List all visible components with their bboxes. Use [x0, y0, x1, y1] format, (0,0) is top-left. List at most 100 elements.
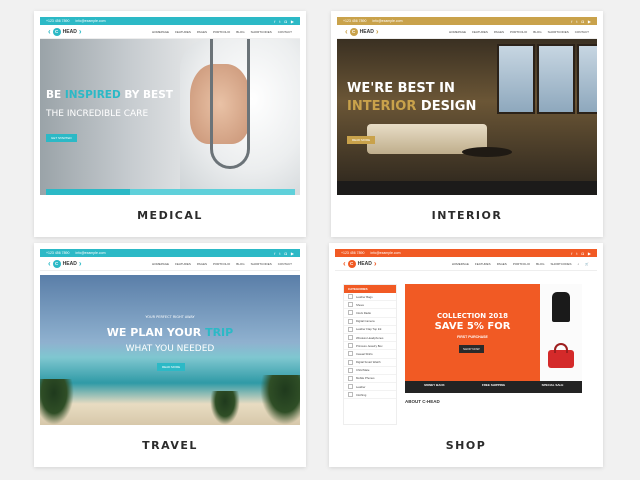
- feature-strip: MONEY BACK FREE SHIPPING SPECIAL SALE: [405, 381, 582, 393]
- main-menu: HOMEPAGE FEATURES PAGES PORTFOLIO BLOG S…: [152, 262, 292, 266]
- palm-tree-image: [210, 391, 240, 425]
- logo-text: HEAD: [62, 260, 77, 267]
- menu-item[interactable]: HOMEPAGE: [452, 262, 469, 266]
- card-caption: SHOP: [445, 439, 487, 452]
- interior-topbar: +123 456 7890 info@example.com f t ◘ ▶: [337, 17, 597, 25]
- category-item[interactable]: Clock Radio: [344, 309, 396, 318]
- twitter-icon[interactable]: t: [279, 251, 280, 256]
- menu-item[interactable]: BLOG: [536, 262, 544, 266]
- menu-item[interactable]: BLOG: [236, 30, 244, 34]
- category-item[interactable]: Clothing: [344, 391, 396, 400]
- get-started-button[interactable]: GET STARTED: [46, 134, 77, 142]
- category-item[interactable]: Shoes: [344, 301, 396, 310]
- menu-item[interactable]: BLOG: [533, 30, 541, 34]
- demo-card-shop[interactable]: +123 456 7890 info@example.com f t ◘ ▶ ‹ C H…: [329, 243, 603, 467]
- interior-preview[interactable]: +123 456 7890 info@example.com f t ◘ ▶ ‹ C H…: [337, 17, 597, 195]
- demo-card-travel[interactable]: +123 456 7890 info@example.com f t ◘ ▶ ‹ C H…: [34, 243, 306, 467]
- youtube-icon[interactable]: ▶: [588, 19, 591, 24]
- logo-text: HEAD: [62, 28, 77, 35]
- menu-item[interactable]: FEATURES: [175, 262, 191, 266]
- menu-item[interactable]: FEATURES: [175, 30, 191, 34]
- instagram-icon[interactable]: ◘: [285, 251, 287, 256]
- menu-item[interactable]: BLOG: [236, 262, 244, 266]
- logo[interactable]: ‹ C HEAD ›: [343, 259, 377, 268]
- facebook-icon[interactable]: f: [274, 19, 275, 24]
- shop-preview[interactable]: +123 456 7890 info@example.com f t ◘ ▶ ‹ C H…: [335, 249, 597, 425]
- category-item[interactable]: Casual Shirts: [344, 350, 396, 359]
- medical-hero: BE INSPIRED BY BEST THE INCREDIBLE CARE …: [40, 39, 300, 195]
- logo[interactable]: ‹ C HEAD ›: [345, 26, 379, 36]
- menu-item[interactable]: SHORTCODES: [550, 262, 571, 266]
- menu-item[interactable]: SHORTCODES: [548, 30, 569, 34]
- logo-text: HEAD: [357, 260, 372, 267]
- menu-item[interactable]: FEATURES: [472, 30, 488, 34]
- facebook-icon[interactable]: f: [571, 19, 572, 24]
- category-item[interactable]: Leather Flap Top Ink: [344, 326, 396, 334]
- instagram-icon[interactable]: ◘: [582, 19, 584, 24]
- product-shirt-image[interactable]: [540, 284, 582, 332]
- promo-banner[interactable]: COLLECTION 2018 SAVE 5% FOR FIRST PURCHA…: [405, 284, 540, 381]
- menu-item[interactable]: PAGES: [497, 262, 507, 266]
- instagram-icon[interactable]: ◘: [582, 251, 584, 256]
- palm-tree-image: [40, 379, 74, 425]
- hero-bar-1: [46, 189, 131, 195]
- product-bag-image[interactable]: [540, 332, 582, 381]
- interior-navbar: ‹ C HEAD › HOMEPAGE FEATURES PAGES PORTF…: [337, 25, 597, 39]
- menu-item[interactable]: PORTFOLIO: [510, 30, 527, 34]
- menu-item[interactable]: PAGES: [197, 30, 207, 34]
- feature-free-shipping: FREE SHIPPING: [481, 383, 506, 387]
- facebook-icon[interactable]: f: [274, 251, 275, 256]
- menu-item[interactable]: CONTACT: [278, 262, 292, 266]
- shop-now-button[interactable]: SHOP NOW: [459, 345, 484, 353]
- category-item[interactable]: Child Mate: [344, 367, 396, 375]
- demo-card-interior[interactable]: +123 456 7890 info@example.com f t ◘ ▶ ‹ C H…: [331, 11, 603, 237]
- twitter-icon[interactable]: t: [576, 251, 577, 256]
- menu-item[interactable]: SHORTCODES: [251, 262, 272, 266]
- card-caption: TRAVEL: [142, 439, 198, 452]
- chevron-left-icon: ‹: [48, 258, 51, 268]
- instagram-icon[interactable]: ◘: [285, 19, 287, 24]
- stethoscope-image: [210, 39, 250, 169]
- menu-item[interactable]: HOMEPAGE: [152, 30, 169, 34]
- menu-item[interactable]: PORTFOLIO: [213, 30, 230, 34]
- logo[interactable]: ‹ C HEAD ›: [48, 27, 82, 36]
- travel-preview[interactable]: +123 456 7890 info@example.com f t ◘ ▶ ‹ C H…: [40, 249, 300, 425]
- menu-item[interactable]: FEATURES: [475, 262, 491, 266]
- menu-item[interactable]: PAGES: [494, 30, 504, 34]
- topbar-email: info@example.com: [75, 251, 106, 255]
- banner-offer: SAVE 5% FOR: [434, 321, 511, 332]
- facebook-icon[interactable]: f: [571, 251, 572, 256]
- demo-card-medical[interactable]: +123 456 7890 info@example.com f t ◘ ▶ ‹ C H…: [34, 11, 306, 237]
- cart-icon[interactable]: 🛒: [585, 262, 589, 266]
- menu-item[interactable]: CONTACT: [575, 30, 589, 34]
- category-item[interactable]: Princess Jewelry Box: [344, 342, 396, 351]
- logo-badge: C: [52, 27, 61, 36]
- youtube-icon[interactable]: ▶: [588, 251, 591, 256]
- medical-preview[interactable]: +123 456 7890 info@example.com f t ◘ ▶ ‹ C H…: [40, 17, 300, 195]
- youtube-icon[interactable]: ▶: [291, 251, 294, 256]
- twitter-icon[interactable]: t: [576, 19, 577, 24]
- search-icon[interactable]: ⌕: [578, 262, 580, 266]
- read-more-button[interactable]: READ MORE: [347, 136, 376, 144]
- menu-item[interactable]: HOMEPAGE: [152, 262, 169, 266]
- category-item[interactable]: Leather Bags: [344, 293, 396, 302]
- menu-item[interactable]: CONTACT: [278, 30, 292, 34]
- category-item[interactable]: Digital Smart Watch: [344, 359, 396, 367]
- logo[interactable]: ‹ C HEAD ›: [48, 258, 82, 268]
- youtube-icon[interactable]: ▶: [291, 19, 294, 24]
- category-item[interactable]: Mobile Phones: [344, 375, 396, 384]
- menu-item[interactable]: HOMEPAGE: [449, 30, 466, 34]
- shirt-icon: [552, 292, 570, 322]
- menu-item[interactable]: PAGES: [197, 262, 207, 266]
- feature-special-sale: SPECIAL SALE: [541, 383, 564, 387]
- category-item[interactable]: Wireless Headphones: [344, 334, 396, 343]
- category-item[interactable]: Digital Camera: [344, 318, 396, 326]
- medical-navbar: ‹ C HEAD › HOMEPAGE FEATURES PAGES PORTF…: [40, 25, 300, 39]
- twitter-icon[interactable]: t: [279, 19, 280, 24]
- category-item[interactable]: Leather: [344, 383, 396, 392]
- menu-item[interactable]: PORTFOLIO: [213, 262, 230, 266]
- chevron-right-icon: ›: [375, 26, 379, 36]
- read-more-button[interactable]: READ MORE: [157, 363, 186, 371]
- menu-item[interactable]: SHORTCODES: [251, 30, 272, 34]
- menu-item[interactable]: PORTFOLIO: [513, 262, 530, 266]
